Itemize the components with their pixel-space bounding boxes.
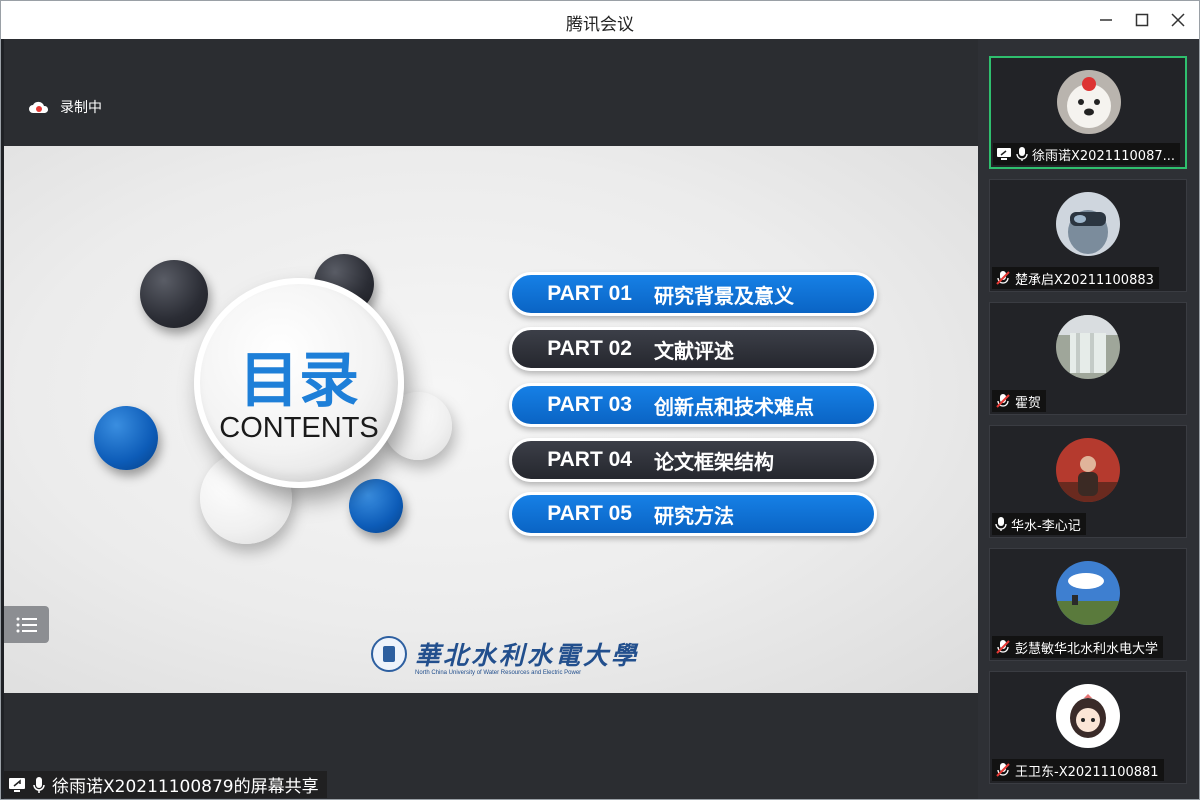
presentation-slide: 目录 CONTENTS PART 01 研究背景及意义 PART 02 文献评述… (4, 146, 978, 693)
part-title: 研究背景及意义 (654, 283, 794, 308)
landscape-avatar (1056, 561, 1120, 625)
screen-share-label: 徐雨诺X20211100879的屏幕共享 (4, 771, 327, 798)
participant-name: 彭慧敏华北水利水电大学 (1015, 641, 1159, 657)
part-title: 研究方法 (654, 503, 734, 528)
helmet-avatar (1056, 192, 1120, 256)
close-icon (1171, 13, 1185, 27)
slide-title: 目录 (239, 346, 359, 416)
part-item: PART 02 文献评述 (509, 327, 877, 371)
list-menu-icon (16, 617, 37, 632)
part-title: 创新点和技术难点 (654, 394, 814, 419)
participant-label: 彭慧敏华北水利水电大学 (992, 636, 1164, 658)
blue-circle-decoration (349, 479, 403, 533)
muted-microphone-icon (995, 393, 1011, 409)
meeting-window: 腾讯会议 录制中 目录 CONTENTS PART 01 研究背景及意义 PAR… (0, 0, 1200, 800)
recording-indicator: 录制中 (28, 97, 102, 117)
screen-share-icon (8, 777, 26, 793)
participant-tile[interactable]: 王卫东-X20211100881 (989, 671, 1187, 784)
part-number: PART 03 (547, 393, 632, 416)
part-number: PART 01 (547, 282, 632, 305)
part-item: PART 01 研究背景及意义 (509, 272, 877, 316)
participant-tile[interactable]: 彭慧敏华北水利水电大学 (989, 548, 1187, 661)
participant-name: 华水-李心记 (1011, 518, 1081, 534)
blue-circle-decoration (94, 406, 158, 470)
participant-label: 霍贺 (992, 390, 1047, 412)
participant-name: 王卫东-X20211100881 (1015, 764, 1159, 780)
university-seal-icon (371, 636, 407, 672)
participant-label: 王卫东-X20211100881 (992, 759, 1164, 781)
participant-label: 华水-李心记 (992, 513, 1086, 535)
menu-button[interactable] (4, 606, 49, 643)
window-title: 腾讯会议 (566, 15, 634, 35)
part-item: PART 03 创新点和技术难点 (509, 383, 877, 427)
participant-name: 楚承启X20211100883 (1015, 272, 1154, 288)
dark-circle-decoration (140, 260, 208, 328)
maximize-button[interactable] (1131, 9, 1153, 31)
cloud-record-icon (29, 101, 49, 113)
participant-label: 徐雨诺X2021110087... (993, 143, 1181, 165)
participant-tile[interactable]: 徐雨诺X2021110087... (989, 56, 1187, 169)
close-button[interactable] (1167, 9, 1189, 31)
participant-tile[interactable]: 霍贺 (989, 302, 1187, 415)
university-name: 華北水利水電大學 (415, 641, 640, 670)
waterfall-avatar (1056, 315, 1120, 379)
part-item: PART 05 研究方法 (509, 492, 877, 536)
title-bar: 腾讯会议 (1, 1, 1199, 39)
shared-screen-area: 录制中 目录 CONTENTS PART 01 研究背景及意义 PART 02 … (4, 39, 978, 799)
person-avatar (1056, 438, 1120, 502)
university-english-name: North China University of Water Resource… (415, 670, 582, 676)
slide-subtitle: CONTENTS (219, 412, 379, 444)
microphone-icon (995, 516, 1007, 532)
muted-microphone-icon (995, 639, 1011, 655)
muted-microphone-icon (995, 762, 1011, 778)
recording-label: 录制中 (60, 100, 102, 116)
microphone-icon (1016, 146, 1028, 162)
part-number: PART 05 (547, 502, 632, 525)
microphone-icon (32, 776, 46, 794)
muted-microphone-icon (995, 270, 1011, 286)
participant-tile[interactable]: 楚承启X20211100883 (989, 179, 1187, 292)
participant-label: 楚承启X20211100883 (992, 267, 1159, 289)
dog-avatar (1057, 70, 1121, 134)
screen-share-icon (996, 147, 1012, 161)
part-number: PART 04 (547, 448, 632, 471)
part-number: PART 02 (547, 337, 632, 360)
participant-panel: 徐雨诺X2021110087... 楚承启X20211100883 霍贺 华水-… (978, 39, 1199, 799)
part-title: 论文框架结构 (654, 449, 774, 474)
maximize-icon (1135, 13, 1149, 27)
university-logo: 華北水利水電大學 North China University of Water… (371, 636, 640, 676)
minimize-button[interactable] (1095, 9, 1117, 31)
participant-tile[interactable]: 华水-李心记 (989, 425, 1187, 538)
screen-share-text: 徐雨诺X20211100879的屏幕共享 (52, 777, 319, 797)
cartoon-girl-avatar (1056, 684, 1120, 748)
participant-name: 徐雨诺X2021110087... (1032, 148, 1176, 164)
part-title: 文献评述 (654, 338, 734, 363)
minimize-icon (1100, 19, 1112, 21)
part-item: PART 04 论文框架结构 (509, 438, 877, 482)
contents-circle: 目录 CONTENTS (194, 278, 404, 488)
participant-name: 霍贺 (1015, 395, 1042, 411)
